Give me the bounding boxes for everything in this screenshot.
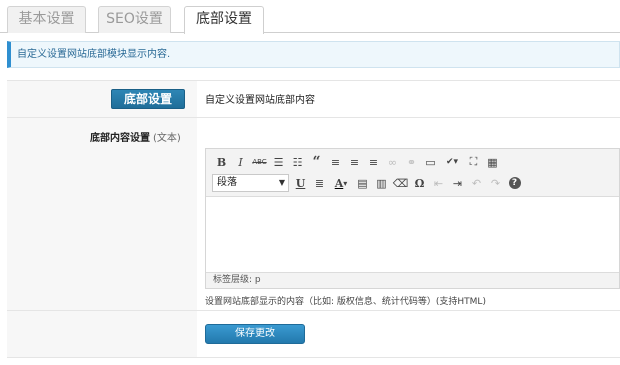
toolbar-row-2: 段落 ▼ U ≣ A ▾ ▤ ▥ ⌫ Ω ⇤ ⇥ ↶ ↷ ? — [212, 173, 524, 193]
strikethrough-icon[interactable]: ABC — [250, 153, 269, 171]
row-header-cell — [7, 311, 197, 357]
justify-icon[interactable]: ≣ — [310, 174, 329, 192]
help-icon[interactable]: ? — [505, 174, 524, 192]
tab-footer-settings[interactable]: 底部设置 — [184, 6, 264, 34]
footer-content-hint: 设置网站底部显示的内容（比如: 版权信息、统计代码等）(支持HTML) — [205, 297, 486, 307]
settings-form: 底部设置 自定义设置网站底部内容 底部内容设置 (文本) B I ABC ☰ ☷ … — [7, 80, 620, 358]
row-header-cell — [7, 118, 197, 310]
submit-row: 保存更改 — [7, 311, 620, 358]
tab-bar: 基本设置 SEO设置 底部设置 — [0, 0, 620, 34]
italic-icon[interactable]: I — [231, 153, 250, 171]
editor-content-area[interactable] — [206, 198, 619, 273]
kitchen-sink-icon[interactable]: ▦ — [483, 153, 502, 171]
tab-seo-settings[interactable]: SEO设置 — [98, 6, 171, 33]
section-description: 自定义设置网站底部内容 — [205, 95, 315, 106]
clear-format-icon[interactable]: ⌫ — [391, 174, 410, 192]
info-notice: 自定义设置网站底部模块显示内容. — [7, 41, 620, 68]
footer-content-label-hint: (文本) — [153, 133, 181, 144]
unlink-icon[interactable]: ⚭ — [402, 153, 421, 171]
numbered-list-icon[interactable]: ☷ — [288, 153, 307, 171]
text-color-icon[interactable]: A ▾ — [329, 174, 353, 192]
toolbar-row-1: B I ABC ☰ ☷ “ ≡ ≡ ≡ ∞ ⚭ ▭ ✔▾ ⛶ ▦ — [212, 152, 502, 172]
editor-status-path: 标签层级: p — [206, 272, 619, 288]
redo-icon[interactable]: ↷ — [486, 174, 505, 192]
link-icon[interactable]: ∞ — [383, 153, 402, 171]
undo-icon[interactable]: ↶ — [467, 174, 486, 192]
paste-word-icon[interactable]: ▥ — [372, 174, 391, 192]
tab-basic-settings[interactable]: 基本设置 — [7, 6, 86, 33]
footer-content-label-text: 底部内容设置 — [90, 133, 150, 144]
tab-bar-divider — [0, 32, 620, 33]
section-row: 底部设置 自定义设置网站底部内容 — [7, 81, 620, 118]
footer-content-row: 底部内容设置(文本) B I ABC ☰ ☷ “ ≡ ≡ ≡ ∞ ⚭ ▭ ✔▾ — [7, 118, 620, 311]
section-title-button[interactable]: 底部设置 — [111, 89, 185, 109]
align-right-icon[interactable]: ≡ — [364, 153, 383, 171]
chevron-down-icon: ▼ — [278, 178, 285, 187]
editor-toolbar: B I ABC ☰ ☷ “ ≡ ≡ ≡ ∞ ⚭ ▭ ✔▾ ⛶ ▦ 段落 ▼ U … — [206, 149, 619, 197]
save-button[interactable]: 保存更改 — [205, 324, 305, 344]
outdent-icon[interactable]: ⇤ — [429, 174, 448, 192]
footer-content-label: 底部内容设置 (文本) — [90, 129, 181, 144]
align-center-icon[interactable]: ≡ — [345, 153, 364, 171]
more-tag-icon[interactable]: ▭ — [421, 153, 440, 171]
underline-icon[interactable]: U — [291, 174, 310, 192]
bold-icon[interactable]: B — [212, 153, 231, 171]
spellcheck-icon[interactable]: ✔▾ — [440, 153, 464, 171]
paste-text-icon[interactable]: ▤ — [353, 174, 372, 192]
align-left-icon[interactable]: ≡ — [326, 153, 345, 171]
bullet-list-icon[interactable]: ☰ — [269, 153, 288, 171]
blockquote-icon[interactable]: “ — [307, 153, 326, 171]
rich-text-editor: B I ABC ☰ ☷ “ ≡ ≡ ≡ ∞ ⚭ ▭ ✔▾ ⛶ ▦ 段落 ▼ U … — [205, 148, 620, 289]
special-char-icon[interactable]: Ω — [410, 174, 429, 192]
fullscreen-icon[interactable]: ⛶ — [464, 153, 483, 171]
indent-icon[interactable]: ⇥ — [448, 174, 467, 192]
format-select-value: 段落 — [217, 177, 237, 188]
paragraph-format-select[interactable]: 段落 ▼ — [212, 174, 289, 192]
